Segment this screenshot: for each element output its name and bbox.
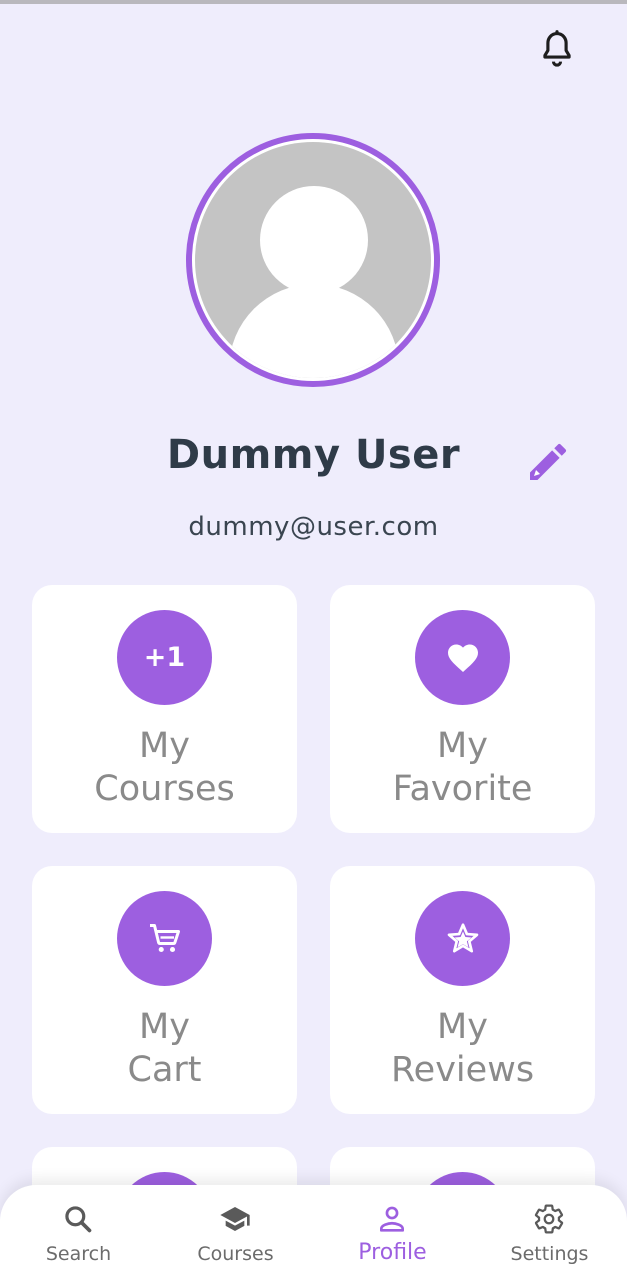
gear-icon — [534, 1204, 564, 1234]
avatar-placeholder — [195, 142, 431, 378]
nav-label: Search — [45, 1243, 112, 1265]
edit-pencil-icon[interactable] — [524, 438, 572, 486]
avatar[interactable] — [186, 133, 440, 387]
my-courses-card[interactable]: +1 My Courses — [32, 585, 297, 833]
avatar-head-shape — [260, 186, 368, 294]
person-icon — [380, 1206, 404, 1232]
my-cart-card[interactable]: My Cart — [32, 866, 297, 1114]
avatar-body-shape — [229, 284, 399, 378]
nav-item-courses[interactable]: Courses — [157, 1185, 314, 1280]
nav-item-settings[interactable]: Settings — [471, 1185, 627, 1280]
card-label-line1: My — [437, 726, 488, 766]
card-label-line1: My — [139, 1007, 190, 1047]
cart-icon-circle — [117, 891, 212, 986]
card-label: My Courses — [32, 725, 297, 811]
search-icon — [65, 1206, 92, 1233]
star-icon-circle — [415, 891, 510, 986]
card-label: My Reviews — [330, 1006, 595, 1092]
nav-item-profile[interactable]: Profile — [314, 1185, 471, 1280]
nav-label: Courses — [197, 1243, 274, 1265]
card-label: My Favorite — [330, 725, 595, 811]
my-reviews-card[interactable]: My Reviews — [330, 866, 595, 1114]
nav-label: Profile — [358, 1240, 427, 1265]
graduation-cap-icon — [220, 1207, 250, 1231]
plus-one-icon: +1 — [117, 610, 212, 705]
my-favorite-card[interactable]: My Favorite — [330, 585, 595, 833]
nav-label: Settings — [510, 1243, 589, 1265]
card-label-line2: Favorite — [392, 769, 533, 809]
card-label: My Cart — [32, 1006, 297, 1092]
card-label-line1: My — [437, 1007, 488, 1047]
heart-icon-circle — [415, 610, 510, 705]
card-label-line2: Courses — [94, 769, 235, 809]
bottom-navigation: Search Courses Profile Settings — [0, 1185, 627, 1280]
star-icon — [447, 922, 478, 952]
heart-icon — [447, 644, 478, 672]
card-label-line1: My — [139, 726, 190, 766]
cart-icon — [149, 923, 180, 952]
card-label-line2: Reviews — [390, 1050, 535, 1090]
top-divider — [0, 0, 627, 4]
user-email: dummy@user.com — [188, 512, 439, 542]
card-label-line2: Cart — [127, 1050, 202, 1090]
nav-item-search[interactable]: Search — [0, 1185, 157, 1280]
notification-bell-icon[interactable] — [536, 26, 578, 72]
